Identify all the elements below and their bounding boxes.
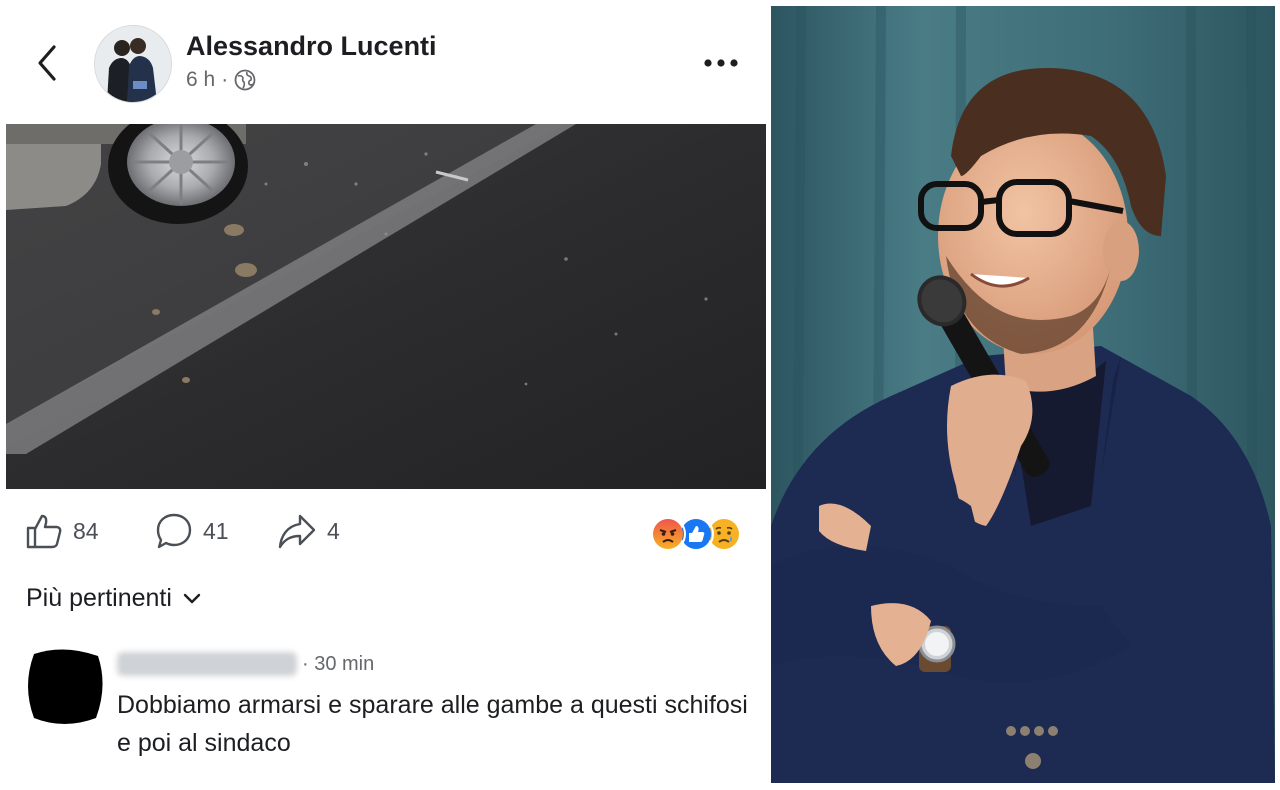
more-options-button[interactable] — [700, 50, 742, 76]
comment-time: · 30 min — [302, 653, 375, 675]
share-arrow-icon — [278, 514, 316, 549]
post-time[interactable]: 6 h — [186, 68, 215, 92]
facebook-post-screenshot: Alessandro Lucenti 6 h · 84 41 4 Più per… — [0, 0, 770, 790]
author-avatar[interactable] — [94, 25, 172, 103]
chevron-left-icon — [38, 45, 56, 81]
globe-icon — [234, 69, 256, 91]
like-count: 84 — [73, 517, 99, 544]
meta-separator: · — [221, 68, 229, 91]
comment-bubble-icon — [156, 513, 192, 549]
post-meta: 6 h · — [186, 68, 256, 92]
chevron-down-icon — [183, 593, 201, 603]
share-button[interactable]: 4 — [277, 508, 340, 554]
comment-time-value: 30 min — [314, 653, 375, 675]
more-dots-icon — [704, 59, 738, 67]
comment-sort-dropdown[interactable]: Più pertinenti — [26, 584, 202, 613]
comment-button[interactable]: 41 — [155, 508, 229, 554]
post-photo[interactable] — [6, 124, 766, 489]
comment-text: Dobbiamo armarsi e sparare alle gambe a … — [117, 691, 748, 757]
sort-label: Più pertinenti — [26, 584, 172, 612]
thumbs-up-icon — [26, 514, 62, 549]
author-name[interactable]: Alessandro Lucenti — [186, 31, 437, 62]
speaker-photo — [771, 6, 1275, 783]
share-count: 4 — [327, 517, 340, 544]
comment-count: 41 — [203, 517, 229, 544]
commenter-avatar-redacted — [28, 649, 103, 724]
back-button[interactable] — [30, 42, 64, 84]
angry-reaction-icon — [650, 516, 686, 552]
commenter-name-blurred — [117, 652, 297, 676]
like-button[interactable]: 84 — [25, 508, 99, 554]
reactions-summary[interactable] — [650, 516, 750, 552]
